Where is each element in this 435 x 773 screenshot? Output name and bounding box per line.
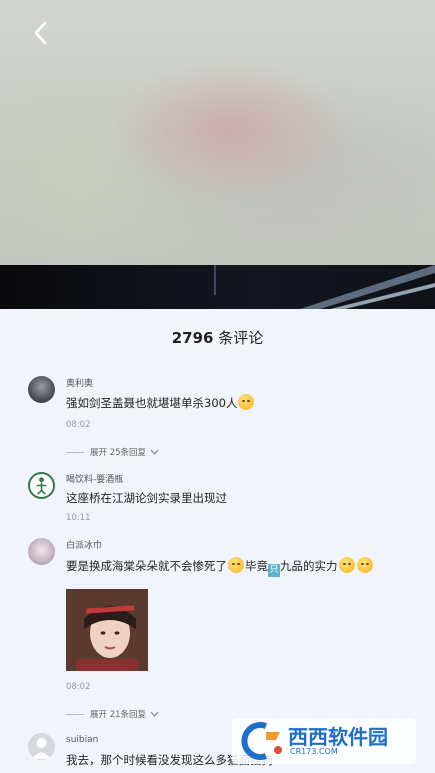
comment-time: 10:11 bbox=[66, 513, 91, 523]
emoji-icon bbox=[228, 557, 244, 573]
comment-username[interactable]: suibian bbox=[66, 735, 98, 745]
comment-count-label: 条评论 bbox=[218, 329, 264, 347]
expand-replies-button[interactable]: 展开 25条回复 bbox=[66, 446, 159, 458]
emoji-icon bbox=[356, 557, 373, 573]
emoji-icon bbox=[238, 394, 255, 410]
comment-count: 2796 条评论 bbox=[0, 327, 435, 348]
boxed-character: 只 bbox=[268, 564, 280, 577]
comment-text: 强如剑圣盖聂也就堪堪单杀300人 bbox=[66, 394, 255, 411]
watermark-logo: 西西软件园 CR173.COM bbox=[232, 718, 416, 764]
brand-logo-icon bbox=[241, 722, 282, 760]
emoji-icon bbox=[338, 557, 355, 573]
avatar[interactable] bbox=[28, 538, 55, 565]
chevron-down-icon bbox=[150, 711, 159, 717]
comment-username[interactable]: 喝饮料-要酒瓶 bbox=[66, 472, 123, 485]
comment-count-number: 2796 bbox=[171, 329, 214, 347]
chevron-down-icon bbox=[150, 449, 159, 455]
avatar[interactable] bbox=[28, 376, 55, 403]
comment-text: 这座桥在江湖论剑实录里出现过 bbox=[66, 491, 227, 505]
comment-username[interactable]: 白派冰巾 bbox=[66, 538, 102, 551]
expand-replies-label: 展开 21条回复 bbox=[90, 710, 147, 720]
chevron-left-icon bbox=[34, 21, 47, 45]
comment-time: 08:02 bbox=[66, 420, 91, 430]
avatar[interactable] bbox=[28, 733, 55, 760]
avatar[interactable] bbox=[28, 472, 55, 499]
back-button[interactable] bbox=[26, 18, 56, 48]
video-player[interactable] bbox=[0, 0, 435, 265]
comment-image[interactable] bbox=[66, 589, 148, 671]
expand-replies-label: 展开 25条回复 bbox=[90, 448, 147, 458]
expand-replies-button[interactable]: 展开 21条回复 bbox=[66, 708, 159, 720]
comment-text: 要是换成海棠朵朵就不会惨死了 毕竟只 九品的实力 bbox=[66, 557, 374, 577]
comment-time: 08:02 bbox=[66, 682, 91, 692]
watermark-brand: 西西软件园 bbox=[288, 724, 388, 749]
video-frame-strip bbox=[0, 265, 435, 309]
comment-username[interactable]: 奥利奥 bbox=[66, 376, 93, 389]
